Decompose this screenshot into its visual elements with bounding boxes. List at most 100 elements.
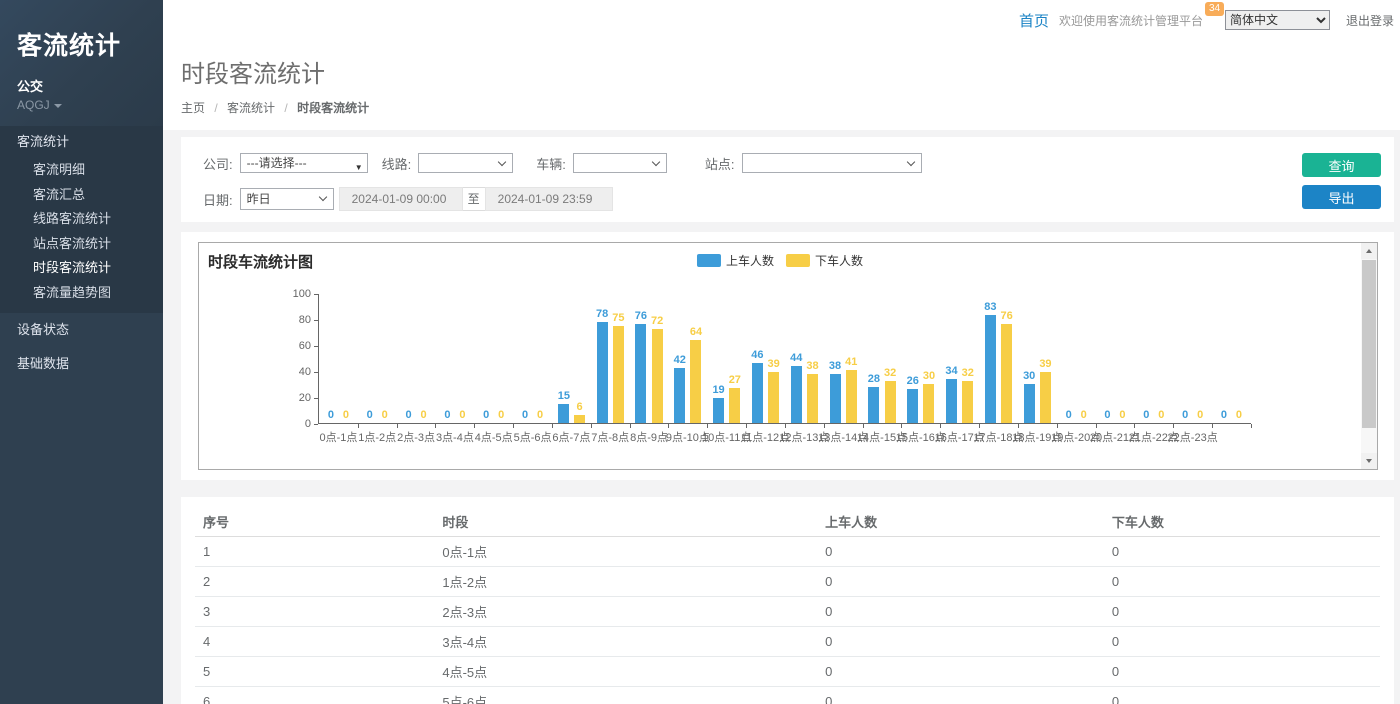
bar-boarding: 15 — [558, 390, 570, 424]
bar-value-label: 0 — [382, 409, 388, 421]
page-title: 时段客流统计 — [181, 54, 1382, 89]
caret-down-icon — [54, 104, 62, 108]
query-button[interactable]: 查询 — [1302, 153, 1381, 177]
chart-category: 1566点-7点 — [552, 294, 591, 423]
breadcrumb-separator: / — [214, 101, 217, 115]
company-select[interactable]: ---请选择--- ▼ — [240, 153, 368, 173]
sidebar-item-passenger-stats[interactable]: 客流统计 — [0, 126, 163, 158]
chart-category: 263015点-16点 — [901, 294, 940, 423]
table-cell: 0 — [1104, 687, 1380, 704]
bar-value-label: 72 — [651, 315, 663, 327]
app-brand: 客流统计 — [17, 26, 163, 62]
station-select[interactable] — [742, 153, 922, 173]
company-label: 公司: — [203, 154, 233, 173]
station-label: 站点: — [705, 154, 735, 173]
date-from-input[interactable]: 2024-01-09 00:00 — [339, 187, 463, 211]
chevron-down-icon — [652, 158, 660, 166]
bar — [613, 326, 624, 424]
sidebar-item[interactable]: 基础数据 — [0, 347, 163, 381]
bar-alighting: 0 — [535, 409, 546, 423]
bar-boarding: 19 — [712, 384, 724, 423]
table-cell: 3点-4点 — [434, 627, 817, 657]
sidebar-subitem[interactable]: 客流明细 — [0, 158, 163, 183]
chart-category: 384113点-14点 — [824, 294, 863, 423]
bar-boarding: 0 — [1218, 409, 1229, 423]
chart-category: 0020点-21点 — [1096, 294, 1135, 423]
chart-plot: 000点-1点001点-2点002点-3点003点-4点004点-5点005点-… — [318, 294, 1251, 424]
line-label: 线路: — [382, 154, 412, 173]
table-cell: 0 — [817, 597, 1104, 627]
bar-boarding: 46 — [751, 349, 763, 423]
scrollbar-thumb[interactable] — [1362, 260, 1376, 428]
chart-category: 837617点-18点 — [979, 294, 1018, 423]
language-select[interactable]: 简体中文 — [1225, 10, 1330, 30]
bar-alighting: 76 — [1000, 310, 1012, 423]
bar — [1001, 324, 1012, 423]
bar — [752, 363, 763, 423]
bar-value-label: 0 — [1066, 409, 1072, 421]
bar-alighting: 0 — [457, 409, 468, 423]
table-row: 65点-6点00 — [195, 687, 1380, 704]
chart-legend: 上车人数下车人数 — [691, 252, 869, 269]
table-cell: 2 — [195, 567, 434, 597]
home-link[interactable]: 首页 — [1019, 10, 1049, 31]
x-axis-label: 4点-5点 — [475, 429, 513, 445]
sidebar-item[interactable]: 设备状态 — [0, 313, 163, 347]
chart-category: 000点-1点 — [319, 294, 358, 423]
bar-value-label: 0 — [483, 409, 489, 421]
chart-scrollbar[interactable] — [1361, 243, 1377, 469]
bar — [713, 398, 724, 423]
x-axis-label: 0点-1点 — [319, 429, 357, 445]
bar-value-label: 0 — [1158, 409, 1164, 421]
chart-category: 0019点-20点 — [1057, 294, 1096, 423]
bar-alighting: 32 — [962, 367, 974, 423]
table-row: 32点-3点00 — [195, 597, 1380, 627]
x-axis-label: 6点-7点 — [552, 429, 590, 445]
sidebar-subitem[interactable]: 线路客流统计 — [0, 207, 163, 232]
bar — [946, 379, 957, 423]
bar-boarding: 0 — [520, 409, 531, 423]
breadcrumb-passenger-stats[interactable]: 客流统计 — [227, 101, 275, 115]
table-cell: 3 — [195, 597, 434, 627]
table-header: 序号 — [195, 507, 434, 537]
export-button[interactable]: 导出 — [1302, 185, 1381, 209]
line-select[interactable] — [418, 153, 513, 173]
date-preset-select[interactable]: 昨日 — [240, 188, 334, 210]
sidebar-subitem[interactable]: 客流汇总 — [0, 183, 163, 208]
bar-alighting: 30 — [923, 370, 935, 423]
bar-alighting: 39 — [1039, 358, 1051, 423]
y-tick-label: 100 — [199, 288, 311, 300]
bar-boarding: 28 — [868, 373, 880, 423]
language-select-wrap: 34 简体中文 — [1225, 10, 1330, 30]
bar-value-label: 0 — [343, 409, 349, 421]
bar-value-label: 0 — [406, 409, 412, 421]
x-axis-label: 2点-3点 — [397, 429, 435, 445]
table-body: 10点-1点0021点-2点0032点-3点0043点-4点0054点-5点00… — [195, 537, 1380, 704]
table-cell: 0 — [1104, 627, 1380, 657]
bar-alighting: 64 — [690, 326, 702, 423]
vehicle-select[interactable] — [573, 153, 667, 173]
scroll-down-icon[interactable] — [1361, 453, 1377, 469]
table-row: 10点-1点00 — [195, 537, 1380, 567]
chart-category: 005点-6点 — [513, 294, 552, 423]
table-cell: 4点-5点 — [434, 657, 817, 687]
logout-link[interactable]: 退出登录 — [1346, 12, 1394, 29]
sidebar-subitem[interactable]: 客流量趋势图 — [0, 281, 163, 306]
table-cell: 0点-1点 — [434, 537, 817, 567]
user-dropdown[interactable]: AQGJ — [17, 98, 163, 112]
breadcrumb-home[interactable]: 主页 — [181, 101, 205, 115]
legend-swatch — [786, 254, 810, 267]
x-axis-label: 22点-23点 — [1168, 429, 1218, 445]
table-cell: 5点-6点 — [434, 687, 817, 704]
date-range-separator: 至 — [463, 187, 485, 211]
date-to-input[interactable]: 2024-01-09 23:59 — [485, 187, 613, 211]
bar-boarding: 78 — [596, 308, 608, 423]
sidebar-subitem[interactable]: 时段客流统计 — [0, 256, 163, 281]
scroll-up-icon[interactable] — [1361, 243, 1377, 259]
user-name: AQGJ — [17, 98, 50, 112]
bar-value-label: 39 — [1039, 358, 1051, 370]
sidebar-subitem[interactable]: 站点客流统计 — [0, 232, 163, 257]
bar — [558, 404, 569, 424]
bar-value-label: 0 — [459, 409, 465, 421]
sidebar-logo-area: 客流统计 公交 AQGJ — [0, 0, 163, 126]
